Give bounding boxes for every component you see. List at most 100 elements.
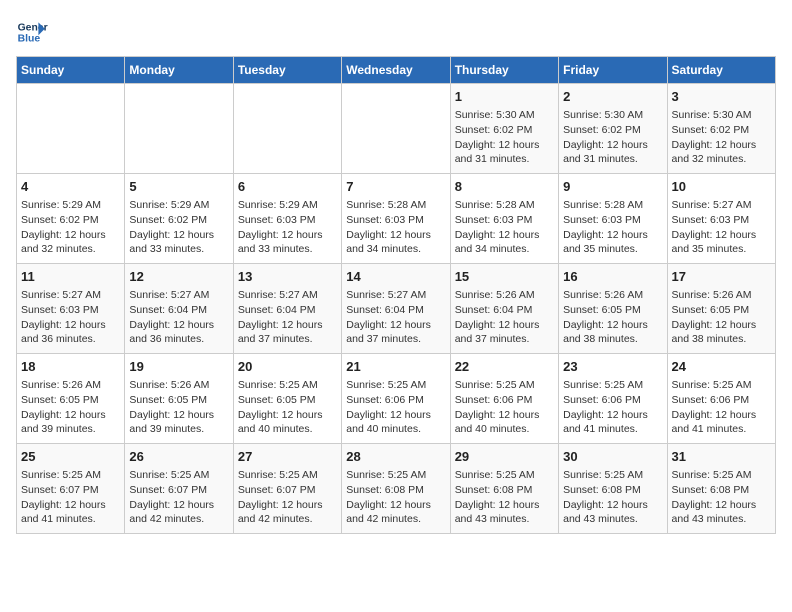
calendar-cell: 1Sunrise: 5:30 AM Sunset: 6:02 PM Daylig…: [450, 84, 558, 174]
calendar-week-row: 25 Sunrise: 5:25 AM Sunset: 6:07 PM Dayli…: [17, 444, 776, 534]
calendar-cell: 17 Sunrise: 5:26 AM Sunset: 6:05 PM Dayli…: [667, 264, 775, 354]
day-number: 19: [129, 358, 228, 376]
day-number: 29: [455, 448, 554, 466]
weekday-header-saturday: Saturday: [667, 57, 775, 84]
calendar-cell: 6 Sunrise: 5:29 AM Sunset: 6:03 PM Daylig…: [233, 174, 341, 264]
day-number: 9: [563, 178, 662, 196]
calendar-cell: 7 Sunrise: 5:28 AM Sunset: 6:03 PM Daylig…: [342, 174, 450, 264]
day-number: 6: [238, 178, 337, 196]
calendar-cell: 21 Sunrise: 5:25 AM Sunset: 6:06 PM Dayli…: [342, 354, 450, 444]
calendar-week-row: 11 Sunrise: 5:27 AM Sunset: 6:03 PM Dayli…: [17, 264, 776, 354]
calendar-cell: 29 Sunrise: 5:25 AM Sunset: 6:08 PM Dayli…: [450, 444, 558, 534]
calendar-cell: 5 Sunrise: 5:29 AM Sunset: 6:02 PM Daylig…: [125, 174, 233, 264]
day-info: Sunrise: 5:26 AM Sunset: 6:05 PM Dayligh…: [672, 288, 771, 347]
calendar-cell: [342, 84, 450, 174]
day-number: 28: [346, 448, 445, 466]
day-info: Sunrise: 5:25 AM Sunset: 6:07 PM Dayligh…: [238, 468, 337, 527]
day-info: Sunrise: 5:25 AM Sunset: 6:05 PM Dayligh…: [238, 378, 337, 437]
day-number: 2: [563, 88, 662, 106]
calendar-cell: 12 Sunrise: 5:27 AM Sunset: 6:04 PM Dayli…: [125, 264, 233, 354]
day-number: 17: [672, 268, 771, 286]
day-info: Sunrise: 5:25 AM Sunset: 6:08 PM Dayligh…: [346, 468, 445, 527]
weekday-header-sunday: Sunday: [17, 57, 125, 84]
calendar-cell: 24 Sunrise: 5:25 AM Sunset: 6:06 PM Dayli…: [667, 354, 775, 444]
calendar-cell: 9Sunrise: 5:28 AM Sunset: 6:03 PM Daylig…: [559, 174, 667, 264]
day-info: Sunrise: 5:25 AM Sunset: 6:06 PM Dayligh…: [672, 378, 771, 437]
day-info: Sunrise: 5:26 AM Sunset: 6:05 PM Dayligh…: [563, 288, 662, 347]
calendar-table: SundayMondayTuesdayWednesdayThursdayFrid…: [16, 56, 776, 534]
day-info: Sunrise: 5:25 AM Sunset: 6:06 PM Dayligh…: [563, 378, 662, 437]
day-info: Sunrise: 5:29 AM Sunset: 6:03 PM Dayligh…: [238, 198, 337, 257]
day-info: Sunrise: 5:25 AM Sunset: 6:08 PM Dayligh…: [455, 468, 554, 527]
day-info: Sunrise: 5:25 AM Sunset: 6:06 PM Dayligh…: [455, 378, 554, 437]
calendar-week-row: 4 Sunrise: 5:29 AM Sunset: 6:02 PM Daylig…: [17, 174, 776, 264]
day-info: Sunrise: 5:25 AM Sunset: 6:07 PM Dayligh…: [129, 468, 228, 527]
day-info: Sunrise: 5:29 AM Sunset: 6:02 PM Dayligh…: [21, 198, 120, 257]
day-info: Sunrise: 5:30 AM Sunset: 6:02 PM Dayligh…: [563, 108, 662, 167]
day-number: 1: [455, 88, 554, 106]
day-info: Sunrise: 5:30 AM Sunset: 6:02 PM Dayligh…: [672, 108, 771, 167]
calendar-cell: [125, 84, 233, 174]
calendar-cell: 13Sunrise: 5:27 AM Sunset: 6:04 PM Dayli…: [233, 264, 341, 354]
day-number: 13: [238, 268, 337, 286]
calendar-cell: 27Sunrise: 5:25 AM Sunset: 6:07 PM Dayli…: [233, 444, 341, 534]
day-info: Sunrise: 5:26 AM Sunset: 6:05 PM Dayligh…: [21, 378, 120, 437]
weekday-header-wednesday: Wednesday: [342, 57, 450, 84]
day-number: 25: [21, 448, 120, 466]
calendar-cell: 22Sunrise: 5:25 AM Sunset: 6:06 PM Dayli…: [450, 354, 558, 444]
calendar-cell: 15 Sunrise: 5:26 AM Sunset: 6:04 PM Dayli…: [450, 264, 558, 354]
day-number: 30: [563, 448, 662, 466]
calendar-cell: 10 Sunrise: 5:27 AM Sunset: 6:03 PM Dayli…: [667, 174, 775, 264]
day-number: 15: [455, 268, 554, 286]
calendar-cell: 8 Sunrise: 5:28 AM Sunset: 6:03 PM Daylig…: [450, 174, 558, 264]
calendar-cell: 30 Sunrise: 5:25 AM Sunset: 6:08 PM Dayli…: [559, 444, 667, 534]
calendar-cell: 2 Sunrise: 5:30 AM Sunset: 6:02 PM Daylig…: [559, 84, 667, 174]
day-info: Sunrise: 5:27 AM Sunset: 6:04 PM Dayligh…: [129, 288, 228, 347]
day-number: 3: [672, 88, 771, 106]
calendar-cell: 31 Sunrise: 5:25 AM Sunset: 6:08 PM Dayli…: [667, 444, 775, 534]
day-info: Sunrise: 5:27 AM Sunset: 6:03 PM Dayligh…: [21, 288, 120, 347]
day-number: 7: [346, 178, 445, 196]
day-number: 16: [563, 268, 662, 286]
calendar-cell: 11 Sunrise: 5:27 AM Sunset: 6:03 PM Dayli…: [17, 264, 125, 354]
day-number: 21: [346, 358, 445, 376]
day-number: 12: [129, 268, 228, 286]
day-info: Sunrise: 5:28 AM Sunset: 6:03 PM Dayligh…: [346, 198, 445, 257]
calendar-week-row: 1 Sunrise: 5:30 AM Sunset: 6:02 PM Daylig…: [17, 84, 776, 174]
calendar-cell: 23 Sunrise: 5:25 AM Sunset: 6:06 PM Dayli…: [559, 354, 667, 444]
calendar-cell: 20 Sunrise: 5:25 AM Sunset: 6:05 PM Dayli…: [233, 354, 341, 444]
weekday-header-monday: Monday: [125, 57, 233, 84]
logo-icon: General Blue: [16, 16, 48, 48]
day-number: 5: [129, 178, 228, 196]
calendar-cell: 28 Sunrise: 5:25 AM Sunset: 6:08 PM Dayli…: [342, 444, 450, 534]
day-info: Sunrise: 5:28 AM Sunset: 6:03 PM Dayligh…: [455, 198, 554, 257]
day-info: Sunrise: 5:25 AM Sunset: 6:06 PM Dayligh…: [346, 378, 445, 437]
day-number: 18: [21, 358, 120, 376]
calendar-cell: [17, 84, 125, 174]
calendar-cell: 3 Sunrise: 5:30 AM Sunset: 6:02 PM Daylig…: [667, 84, 775, 174]
day-number: 14: [346, 268, 445, 286]
day-number: 23: [563, 358, 662, 376]
calendar-cell: 25 Sunrise: 5:25 AM Sunset: 6:07 PM Dayli…: [17, 444, 125, 534]
day-info: Sunrise: 5:25 AM Sunset: 6:08 PM Dayligh…: [563, 468, 662, 527]
day-number: 24: [672, 358, 771, 376]
day-number: 8: [455, 178, 554, 196]
calendar-cell: 26 Sunrise: 5:25 AM Sunset: 6:07 PM Dayli…: [125, 444, 233, 534]
weekday-header-friday: Friday: [559, 57, 667, 84]
calendar-cell: 4 Sunrise: 5:29 AM Sunset: 6:02 PM Daylig…: [17, 174, 125, 264]
day-info: Sunrise: 5:25 AM Sunset: 6:08 PM Dayligh…: [672, 468, 771, 527]
day-number: 20: [238, 358, 337, 376]
weekday-header-thursday: Thursday: [450, 57, 558, 84]
day-number: 10: [672, 178, 771, 196]
day-number: 11: [21, 268, 120, 286]
day-info: Sunrise: 5:29 AM Sunset: 6:02 PM Dayligh…: [129, 198, 228, 257]
day-number: 4: [21, 178, 120, 196]
day-number: 26: [129, 448, 228, 466]
logo: General Blue: [16, 16, 48, 48]
day-info: Sunrise: 5:27 AM Sunset: 6:03 PM Dayligh…: [672, 198, 771, 257]
weekday-header-tuesday: Tuesday: [233, 57, 341, 84]
header: General Blue: [16, 16, 776, 48]
day-info: Sunrise: 5:25 AM Sunset: 6:07 PM Dayligh…: [21, 468, 120, 527]
day-info: Sunrise: 5:26 AM Sunset: 6:04 PM Dayligh…: [455, 288, 554, 347]
day-number: 31: [672, 448, 771, 466]
